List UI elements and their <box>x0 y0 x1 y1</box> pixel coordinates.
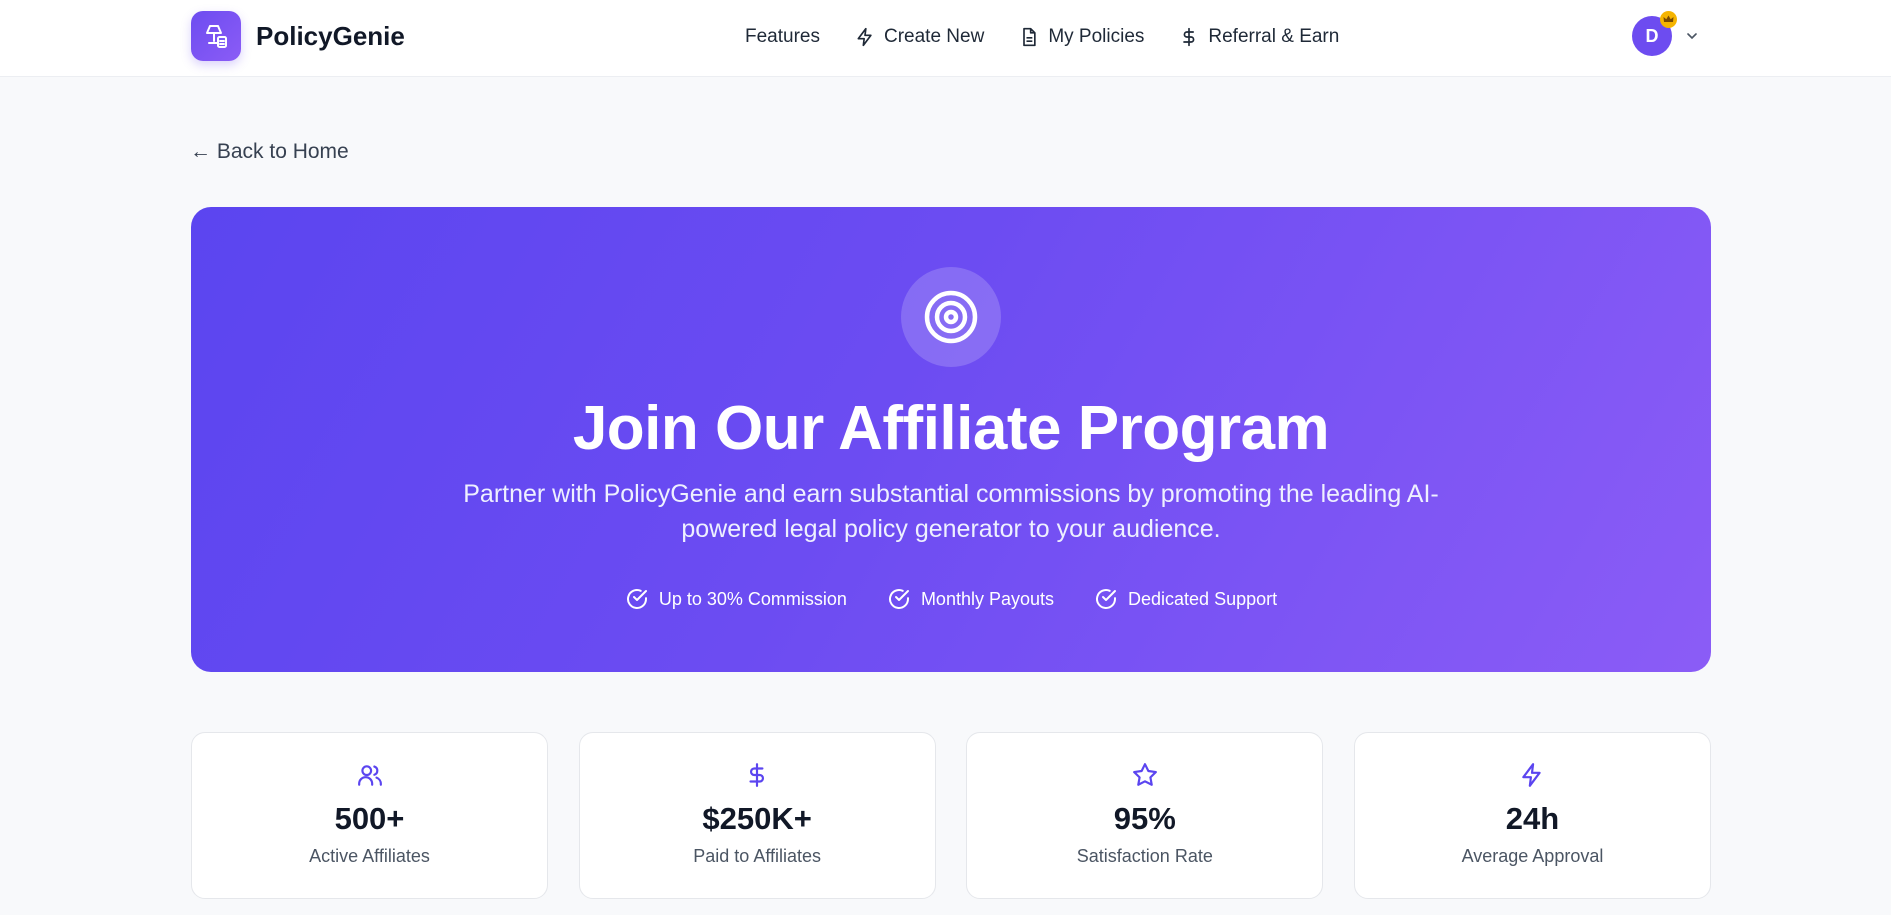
nav-create-new[interactable]: Create New <box>855 26 984 48</box>
hero-features: Up to 30% Commission Monthly Payouts Ded… <box>191 587 1711 611</box>
brand[interactable]: PolicyGenie <box>191 11 405 61</box>
dollar-icon <box>1183 27 1195 47</box>
stat-card-affiliates: 500+ Active Affiliates <box>191 732 548 899</box>
feature-payouts: Monthly Payouts <box>887 587 1054 611</box>
back-to-home-link[interactable]: ← Back to Home <box>190 140 349 164</box>
lamp-logo-icon <box>191 11 241 61</box>
stat-card-paid: $250K+ Paid to Affiliates <box>578 732 936 899</box>
feature-label: Monthly Payouts <box>920 588 1055 609</box>
lightning-icon <box>1522 763 1542 787</box>
nav-features-label: Features <box>745 26 820 47</box>
users-icon <box>357 765 382 786</box>
nav-referral-earn[interactable]: Referral & Earn <box>1179 26 1339 48</box>
hero-banner: Join Our Affiliate Program Partner with … <box>191 207 1711 672</box>
feature-commission: Up to 30% Commission <box>625 587 847 611</box>
stat-label: Satisfaction Rate <box>1076 846 1213 866</box>
brand-name: PolicyGenie <box>256 20 405 51</box>
hero-title: Join Our Affiliate Program <box>572 394 1330 463</box>
lightning-icon <box>857 27 872 47</box>
document-icon <box>1023 27 1036 47</box>
stat-label: Paid to Affiliates <box>693 846 822 866</box>
stat-label: Average Approval <box>1461 846 1604 866</box>
stats-row: 500+ Active Affiliates $250K+ Paid to Af… <box>191 732 1711 899</box>
stat-value: 500+ <box>334 801 405 836</box>
crown-icon <box>1660 11 1677 28</box>
nav-referral-earn-label: Referral & Earn <box>1208 26 1340 47</box>
stat-value: 24h <box>1505 801 1560 836</box>
feature-label: Up to 30% Commission <box>658 588 847 609</box>
check-circle-icon <box>888 589 909 609</box>
target-icon <box>901 267 1001 367</box>
nav-create-new-label: Create New <box>883 26 985 47</box>
user-menu[interactable]: D <box>1632 11 1700 56</box>
avatar-initial: D <box>1645 25 1659 46</box>
star-icon <box>1132 763 1157 786</box>
chevron-down-icon[interactable] <box>1684 28 1700 44</box>
stat-card-approval: 24h Average Approval <box>1353 732 1711 899</box>
stat-value: 95% <box>1113 801 1176 836</box>
stat-value: $250K+ <box>702 801 812 836</box>
avatar[interactable]: D <box>1632 11 1677 56</box>
top-navbar: PolicyGenie Features Create New My Polic… <box>0 0 1891 77</box>
stat-card-satisfaction: 95% Satisfaction Rate <box>966 732 1324 899</box>
dollar-icon <box>749 763 765 787</box>
check-circle-icon <box>626 589 647 609</box>
nav-my-policies-label: My Policies <box>1048 26 1145 47</box>
hero-subtitle: Partner with PolicyGenie and earn substa… <box>463 480 1439 543</box>
feature-label: Dedicated Support <box>1128 588 1278 609</box>
check-circle-icon <box>1096 589 1117 609</box>
nav-my-policies[interactable]: My Policies <box>1019 26 1144 48</box>
main-nav: Features Create New My Policies Referral… <box>745 22 1339 52</box>
feature-support: Dedicated Support <box>1094 587 1277 611</box>
nav-features[interactable]: Features <box>745 26 820 48</box>
stat-label: Active Affiliates <box>309 846 430 866</box>
